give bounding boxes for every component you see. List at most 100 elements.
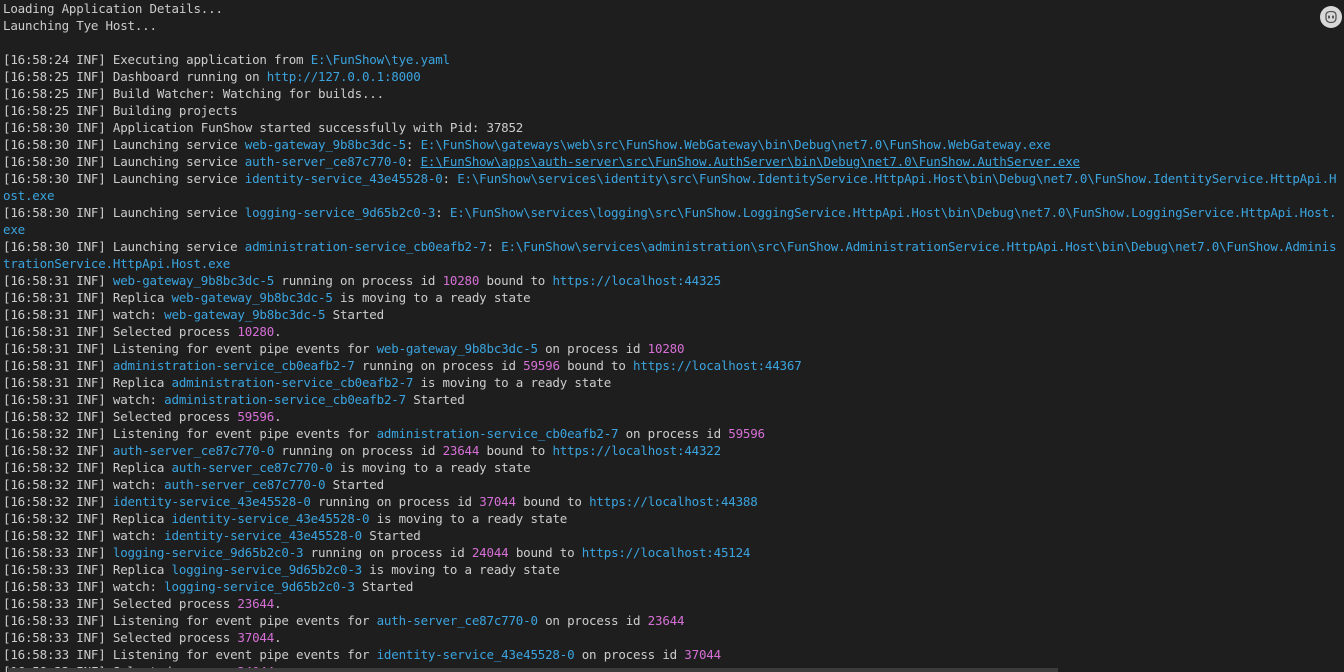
log-text: [16:58:32 INF] watch:	[3, 528, 165, 543]
log-number: 59596	[523, 358, 560, 373]
log-link[interactable]: logging-service_9d65b2c0-3	[172, 562, 363, 577]
log-text: is moving to a ready state	[369, 511, 568, 526]
log-line: [16:58:31 INF] web-gateway_9b8bc3dc-5 ru…	[3, 272, 1341, 289]
log-text: Started	[325, 307, 384, 322]
log-link[interactable]: auth-server_ce87c770-0	[172, 460, 333, 475]
log-number: 10280	[647, 341, 685, 356]
log-link[interactable]: logging-service_9d65b2c0-3	[164, 579, 355, 594]
log-text: [16:58:33 INF] watch:	[3, 579, 165, 594]
log-number: 59596	[728, 426, 765, 441]
log-line: [16:58:32 INF] watch: identity-service_4…	[3, 527, 1341, 544]
log-link[interactable]: web-gateway_9b8bc3dc-5	[113, 273, 274, 288]
log-text: is moving to a ready state	[361, 562, 560, 577]
log-text: [16:58:30 INF] Launching service	[3, 171, 245, 186]
log-link[interactable]: auth-server_ce87c770-0	[377, 613, 538, 628]
log-text: [16:58:31 INF] Replica	[3, 375, 172, 390]
log-link[interactable]: web-gateway_9b8bc3dc-5	[377, 341, 538, 356]
log-text: :	[405, 154, 421, 169]
log-link[interactable]: auth-server_ce87c770-0	[113, 443, 274, 458]
log-link[interactable]: https://localhost:44367	[633, 358, 802, 373]
log-number: 37044	[684, 647, 721, 662]
log-text: [16:58:32 INF] Selected process	[3, 409, 238, 424]
log-line: [16:58:30 INF] Launching service logging…	[3, 204, 1341, 238]
log-text: :	[405, 137, 421, 152]
log-text: on process id	[618, 426, 729, 441]
log-link[interactable]: web-gateway_9b8bc3dc-5	[172, 290, 333, 305]
log-link[interactable]: E:\FunShow\tye.yaml	[311, 52, 450, 67]
log-line: Launching Tye Host...	[3, 17, 1341, 34]
log-number: 37044	[479, 494, 516, 509]
log-text: is moving to a ready state	[332, 290, 531, 305]
log-line: [16:58:32 INF] Listening for event pipe …	[3, 425, 1341, 442]
log-number: 23644	[237, 596, 275, 611]
log-link[interactable]: web-gateway_9b8bc3dc-5	[164, 307, 325, 322]
log-line: [16:58:25 INF] Building projects	[3, 102, 1341, 119]
log-text: [16:58:25 INF] Building projects	[3, 103, 238, 118]
log-text: [16:58:32 INF]	[3, 494, 113, 509]
log-text: [16:58:33 INF] Selected process	[3, 596, 238, 611]
log-line: [16:58:31 INF] Replica web-gateway_9b8bc…	[3, 289, 1341, 306]
terminal-output-panel[interactable]: Loading Application Details... Launching …	[0, 0, 1344, 672]
log-text: Launching Tye Host...	[3, 18, 157, 33]
log-text: :	[442, 171, 458, 186]
log-link[interactable]: administration-service_cb0eafb2-7	[377, 426, 619, 441]
log-link[interactable]: identity-service_43e45528-0	[164, 528, 362, 543]
log-line: [16:58:32 INF] Replica auth-server_ce87c…	[3, 459, 1341, 476]
horizontal-scrollbar[interactable]	[8, 668, 1058, 672]
log-line: [16:58:31 INF] watch: administration-ser…	[3, 391, 1341, 408]
log-link[interactable]: E:\FunShow\apps\auth-server\src\FunShow.…	[421, 154, 1081, 169]
log-link[interactable]: https://localhost:45124	[582, 545, 751, 560]
log-text: :	[486, 239, 502, 254]
log-text: [16:58:31 INF]	[3, 358, 113, 373]
log-text: .	[274, 409, 282, 424]
log-text: bound to	[559, 358, 634, 373]
log-line: [16:58:30 INF] Launching service identit…	[3, 170, 1341, 204]
log-line: [16:58:32 INF] auth-server_ce87c770-0 ru…	[3, 442, 1341, 459]
log-link[interactable]: logging-service_9d65b2c0-3	[113, 545, 304, 560]
log-link[interactable]: web-gateway_9b8bc3dc-5	[245, 137, 406, 152]
log-link[interactable]: auth-server_ce87c770-0	[164, 477, 325, 492]
log-line: [16:58:32 INF] identity-service_43e45528…	[3, 493, 1341, 510]
log-text: [16:58:31 INF] watch:	[3, 307, 165, 322]
log-number: 10280	[237, 324, 275, 339]
log-link[interactable]: auth-server_ce87c770-0	[245, 154, 406, 169]
log-link[interactable]: administration-service_cb0eafb2-7	[172, 375, 414, 390]
log-line: [16:58:31 INF] administration-service_cb…	[3, 357, 1341, 374]
copilot-icon[interactable]	[1320, 6, 1342, 28]
log-text: [16:58:32 INF]	[3, 443, 113, 458]
log-link[interactable]: E:\FunShow\gateways\web\src\FunShow.WebG…	[421, 137, 1051, 152]
log-text: [16:58:30 INF] Launching service	[3, 137, 245, 152]
log-link[interactable]: https://localhost:44325	[552, 273, 721, 288]
log-link[interactable]: identity-service_43e45528-0	[172, 511, 370, 526]
log-text: Started	[325, 477, 384, 492]
log-link[interactable]: identity-service_43e45528-0	[113, 494, 311, 509]
log-link[interactable]: administration-service_cb0eafb2-7	[113, 358, 355, 373]
log-text: [16:58:33 INF] Replica	[3, 562, 172, 577]
log-text: [16:58:32 INF] Replica	[3, 460, 172, 475]
log-link[interactable]: logging-service_9d65b2c0-3	[245, 205, 436, 220]
log-text: :	[435, 205, 450, 220]
log-text: [16:58:25 INF] Dashboard running on	[3, 69, 267, 84]
log-text: [16:58:24 INF] Executing application fro…	[3, 52, 311, 67]
log-link[interactable]: administration-service_cb0eafb2-7	[245, 239, 487, 254]
terminal-log[interactable]: Loading Application Details... Launching …	[3, 0, 1341, 672]
log-link[interactable]: http://127.0.0.1:8000	[267, 69, 421, 84]
log-link[interactable]: https://localhost:44322	[552, 443, 721, 458]
log-line: [16:58:32 INF] watch: auth-server_ce87c7…	[3, 476, 1341, 493]
log-text: [16:58:32 INF] Replica	[3, 511, 172, 526]
log-link[interactable]: identity-service_43e45528-0	[245, 171, 443, 186]
log-link[interactable]: identity-service_43e45528-0	[377, 647, 575, 662]
log-text: [16:58:32 INF] Listening for event pipe …	[3, 426, 377, 441]
log-text: .	[274, 630, 282, 645]
log-text: [16:58:31 INF] Listening for event pipe …	[3, 341, 377, 356]
log-text: [16:58:32 INF] watch:	[3, 477, 165, 492]
log-link[interactable]: https://localhost:44388	[589, 494, 758, 509]
log-link[interactable]: administration-service_cb0eafb2-7	[164, 392, 406, 407]
log-line: [16:58:25 INF] Dashboard running on http…	[3, 68, 1341, 85]
log-line: [16:58:33 INF] logging-service_9d65b2c0-…	[3, 544, 1341, 561]
log-line: [16:58:30 INF] Launching service auth-se…	[3, 153, 1341, 170]
log-line: [16:58:30 INF] Launching service adminis…	[3, 238, 1341, 272]
log-text: .	[274, 596, 282, 611]
log-text: bound to	[508, 545, 582, 560]
